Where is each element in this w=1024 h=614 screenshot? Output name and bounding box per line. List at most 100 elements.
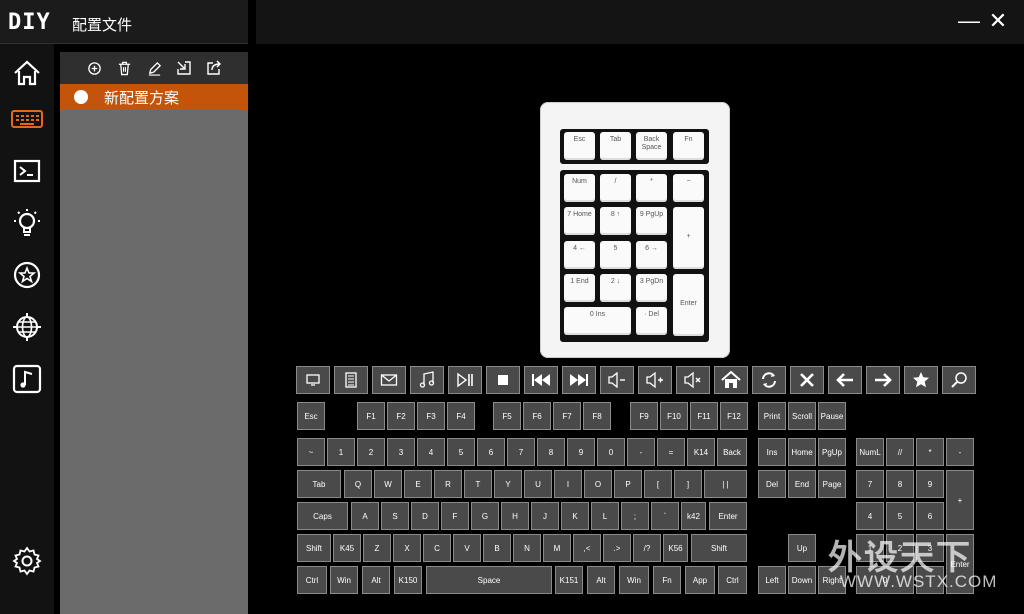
key[interactable]: K150 (394, 566, 422, 594)
keypad-key[interactable]: + (673, 207, 704, 269)
key[interactable]: R (434, 470, 462, 498)
key[interactable]: NumL (856, 438, 884, 466)
key[interactable]: 6 (477, 438, 505, 466)
key[interactable]: ,< (573, 534, 601, 562)
key[interactable]: ` (651, 502, 679, 530)
keypad-key[interactable]: Enter (673, 274, 704, 336)
key[interactable]: Ins (758, 438, 786, 466)
music-key[interactable] (410, 366, 444, 394)
key[interactable]: T (464, 470, 492, 498)
keypad-key[interactable]: 4 ← (564, 241, 595, 269)
nav-keyboard-button[interactable] (8, 100, 46, 138)
key[interactable]: F (441, 502, 469, 530)
key[interactable]: K45 (333, 534, 361, 562)
key[interactable]: Del (758, 470, 786, 498)
keypad-key[interactable]: 9 PgUp (636, 207, 667, 235)
previous-track-key[interactable] (524, 366, 558, 394)
key[interactable]: Y (494, 470, 522, 498)
key[interactable]: 2 (357, 438, 385, 466)
key[interactable]: + (946, 470, 974, 530)
key[interactable]: S (381, 502, 409, 530)
key[interactable]: // (886, 438, 914, 466)
key[interactable]: F5 (493, 402, 521, 430)
monitor-key[interactable] (296, 366, 330, 394)
profile-item[interactable]: 新配置方案 (60, 84, 248, 110)
key[interactable]: Shift (297, 534, 331, 562)
keypad-key[interactable]: Fn (673, 132, 704, 160)
key[interactable]: * (916, 438, 944, 466)
key[interactable]: K14 (687, 438, 715, 466)
key[interactable]: k42 (681, 502, 706, 530)
refresh-key[interactable] (752, 366, 786, 394)
rename-profile-button[interactable] (145, 59, 163, 77)
key[interactable]: B (483, 534, 511, 562)
key[interactable]: F11 (690, 402, 718, 430)
play-pause-key[interactable] (448, 366, 482, 394)
key[interactable]: ; (621, 502, 649, 530)
key[interactable]: /? (633, 534, 661, 562)
key[interactable]: K (561, 502, 589, 530)
key[interactable]: A (351, 502, 379, 530)
key[interactable]: ] (674, 470, 702, 498)
key[interactable]: PgUp (818, 438, 846, 466)
key[interactable]: 4 (417, 438, 445, 466)
nav-lighting-button[interactable] (8, 204, 46, 242)
key[interactable]: F10 (660, 402, 688, 430)
volume-up-key[interactable] (638, 366, 672, 394)
calculator-key[interactable] (334, 366, 368, 394)
browser-stop-key[interactable] (790, 366, 824, 394)
nav-home-button[interactable] (8, 54, 46, 92)
next-track-key[interactable] (562, 366, 596, 394)
keypad-key[interactable]: · Del (636, 307, 667, 335)
keypad-key[interactable]: 3 PgDn (636, 274, 667, 302)
key[interactable]: End (788, 470, 816, 498)
key[interactable]: Page (818, 470, 846, 498)
keypad-key[interactable]: 2 ↓ (600, 274, 631, 302)
minimize-button[interactable]: — (958, 10, 980, 32)
close-button[interactable]: ✕ (987, 10, 1009, 32)
import-profile-button[interactable] (175, 59, 193, 77)
keypad-key[interactable]: 6 → (636, 241, 667, 269)
nav-settings-button[interactable] (8, 542, 46, 580)
keypad-key[interactable]: 5 (600, 241, 631, 269)
key[interactable]: F12 (720, 402, 748, 430)
key[interactable]: F4 (447, 402, 475, 430)
key[interactable]: Caps (297, 502, 348, 530)
key[interactable]: Ctrl (718, 566, 747, 594)
key[interactable]: F1 (357, 402, 385, 430)
keypad-key[interactable]: 0 Ins (564, 307, 631, 335)
key[interactable]: Alt (587, 566, 615, 594)
key[interactable]: | | (704, 470, 747, 498)
key[interactable]: Win (619, 566, 649, 594)
key[interactable]: F9 (630, 402, 658, 430)
key[interactable]: E (404, 470, 432, 498)
key[interactable]: G (471, 502, 499, 530)
key[interactable]: F3 (417, 402, 445, 430)
key[interactable]: L (591, 502, 619, 530)
keypad-key[interactable]: Esc (564, 132, 595, 160)
search-key[interactable] (942, 366, 976, 394)
key[interactable]: Left (758, 566, 786, 594)
key[interactable]: Back (717, 438, 747, 466)
key[interactable]: 5 (447, 438, 475, 466)
key[interactable]: Pause (818, 402, 846, 430)
keypad-key[interactable]: Tab (600, 132, 631, 160)
key[interactable]: K151 (555, 566, 583, 594)
key[interactable]: 3 (387, 438, 415, 466)
key[interactable]: Up (788, 534, 816, 562)
key[interactable]: X (393, 534, 421, 562)
stop-key[interactable] (486, 366, 520, 394)
key[interactable]: C (423, 534, 451, 562)
key[interactable]: I (554, 470, 582, 498)
key[interactable]: Shift (691, 534, 747, 562)
delete-profile-button[interactable] (115, 59, 133, 77)
key[interactable]: = (657, 438, 685, 466)
key[interactable]: ~ (297, 438, 325, 466)
key[interactable]: P (614, 470, 642, 498)
key[interactable]: Tab (297, 470, 341, 498)
key[interactable]: 1 (327, 438, 355, 466)
key[interactable]: Q (344, 470, 372, 498)
key[interactable]: [ (644, 470, 672, 498)
nav-music-button[interactable] (8, 360, 46, 398)
key[interactable]: Esc (297, 402, 325, 430)
